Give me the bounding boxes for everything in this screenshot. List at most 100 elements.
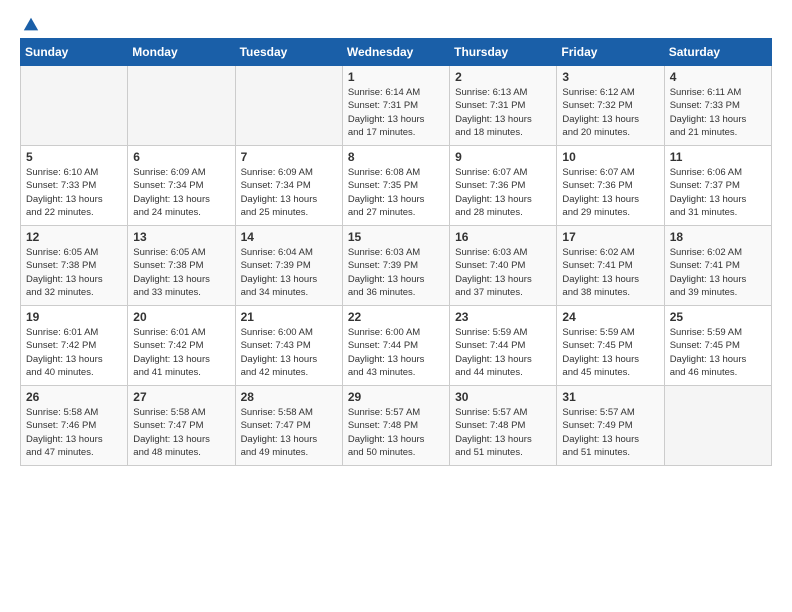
day-number: 23 [455,310,551,324]
day-info: Sunrise: 6:05 AMSunset: 7:38 PMDaylight:… [26,246,122,299]
calendar-cell [21,66,128,146]
calendar-week-row: 1Sunrise: 6:14 AMSunset: 7:31 PMDaylight… [21,66,772,146]
day-number: 12 [26,230,122,244]
calendar-cell: 16Sunrise: 6:03 AMSunset: 7:40 PMDayligh… [450,226,557,306]
calendar-cell: 28Sunrise: 5:58 AMSunset: 7:47 PMDayligh… [235,386,342,466]
calendar-cell: 13 Sunrise: 6:05 AMSunset: 7:38 PMDayligh… [128,226,235,306]
day-info: Sunrise: 5:57 AMSunset: 7:48 PMDaylight:… [455,406,551,459]
day-info: Sunrise: 5:57 AMSunset: 7:48 PMDaylight:… [348,406,444,459]
calendar-cell [128,66,235,146]
weekday-header: Wednesday [342,39,449,66]
day-info: Sunrise: 6:02 AMSunset: 7:41 PMDaylight:… [562,246,658,299]
day-number: 21 [241,310,337,324]
calendar-cell: 23 Sunrise: 5:59 AMSunset: 7:44 PMDayligh… [450,306,557,386]
calendar-cell: 25 Sunrise: 5:59 AMSunset: 7:45 PMDayligh… [664,306,771,386]
calendar-week-row: 26 Sunrise: 5:58 AMSunset: 7:46 PMDayligh… [21,386,772,466]
day-number: 5 [26,150,122,164]
day-info: Sunrise: 5:59 AMSunset: 7:45 PMDaylight:… [670,326,766,379]
day-number: 13 [133,230,229,244]
calendar-cell: 2Sunrise: 6:13 AMSunset: 7:31 PMDaylight… [450,66,557,146]
day-info: Sunrise: 5:58 AMSunset: 7:47 PMDaylight:… [133,406,229,459]
day-number: 17 [562,230,658,244]
calendar-cell: 20Sunrise: 6:01 AMSunset: 7:42 PMDayligh… [128,306,235,386]
calendar-cell: 3 Sunrise: 6:12 AMSunset: 7:32 PMDaylight… [557,66,664,146]
day-number: 1 [348,70,444,84]
day-info: Sunrise: 6:00 AMSunset: 7:43 PMDaylight:… [241,326,337,379]
calendar-cell: 14 Sunrise: 6:04 AMSunset: 7:39 PMDayligh… [235,226,342,306]
day-info: Sunrise: 5:59 AMSunset: 7:45 PMDaylight:… [562,326,658,379]
day-number: 3 [562,70,658,84]
day-number: 20 [133,310,229,324]
calendar-cell: 4Sunrise: 6:11 AMSunset: 7:33 PMDaylight… [664,66,771,146]
day-info: Sunrise: 6:04 AMSunset: 7:39 PMDaylight:… [241,246,337,299]
day-info: Sunrise: 5:58 AMSunset: 7:47 PMDaylight:… [241,406,337,459]
day-number: 11 [670,150,766,164]
weekday-header: Tuesday [235,39,342,66]
day-number: 27 [133,390,229,404]
day-number: 8 [348,150,444,164]
calendar-header: SundayMondayTuesdayWednesdayThursdayFrid… [21,39,772,66]
day-info: Sunrise: 6:01 AMSunset: 7:42 PMDaylight:… [26,326,122,379]
day-info: Sunrise: 6:09 AMSunset: 7:34 PMDaylight:… [241,166,337,219]
calendar-cell: 12 Sunrise: 6:05 AMSunset: 7:38 PMDayligh… [21,226,128,306]
day-number: 18 [670,230,766,244]
calendar-cell: 1Sunrise: 6:14 AMSunset: 7:31 PMDaylight… [342,66,449,146]
day-number: 15 [348,230,444,244]
calendar-week-row: 19 Sunrise: 6:01 AMSunset: 7:42 PMDayligh… [21,306,772,386]
day-number: 26 [26,390,122,404]
day-info: Sunrise: 6:07 AMSunset: 7:36 PMDaylight:… [455,166,551,219]
calendar-cell: 19 Sunrise: 6:01 AMSunset: 7:42 PMDayligh… [21,306,128,386]
day-info: Sunrise: 6:13 AMSunset: 7:31 PMDaylight:… [455,86,551,139]
calendar-week-row: 5 Sunrise: 6:10 AMSunset: 7:33 PMDaylight… [21,146,772,226]
day-number: 24 [562,310,658,324]
calendar-cell: 9 Sunrise: 6:07 AMSunset: 7:36 PMDaylight… [450,146,557,226]
day-number: 19 [26,310,122,324]
calendar-table: SundayMondayTuesdayWednesdayThursdayFrid… [20,38,772,466]
calendar-cell: 30 Sunrise: 5:57 AMSunset: 7:48 PMDayligh… [450,386,557,466]
calendar-cell [235,66,342,146]
calendar-cell: 10Sunrise: 6:07 AMSunset: 7:36 PMDayligh… [557,146,664,226]
day-number: 14 [241,230,337,244]
day-info: Sunrise: 6:02 AMSunset: 7:41 PMDaylight:… [670,246,766,299]
day-info: Sunrise: 6:10 AMSunset: 7:33 PMDaylight:… [26,166,122,219]
calendar-cell: 8 Sunrise: 6:08 AMSunset: 7:35 PMDaylight… [342,146,449,226]
day-info: Sunrise: 6:05 AMSunset: 7:38 PMDaylight:… [133,246,229,299]
day-info: Sunrise: 6:06 AMSunset: 7:37 PMDaylight:… [670,166,766,219]
day-number: 7 [241,150,337,164]
calendar-cell: 24 Sunrise: 5:59 AMSunset: 7:45 PMDayligh… [557,306,664,386]
day-number: 25 [670,310,766,324]
calendar-cell: 26 Sunrise: 5:58 AMSunset: 7:46 PMDayligh… [21,386,128,466]
weekday-header: Friday [557,39,664,66]
day-info: Sunrise: 6:03 AMSunset: 7:39 PMDaylight:… [348,246,444,299]
calendar-cell: 17 Sunrise: 6:02 AMSunset: 7:41 PMDayligh… [557,226,664,306]
calendar-cell: 5 Sunrise: 6:10 AMSunset: 7:33 PMDaylight… [21,146,128,226]
day-info: Sunrise: 6:12 AMSunset: 7:32 PMDaylight:… [562,86,658,139]
day-info: Sunrise: 5:58 AMSunset: 7:46 PMDaylight:… [26,406,122,459]
calendar-cell: 7 Sunrise: 6:09 AMSunset: 7:34 PMDaylight… [235,146,342,226]
calendar-cell: 31Sunrise: 5:57 AMSunset: 7:49 PMDayligh… [557,386,664,466]
calendar-cell [664,386,771,466]
weekday-header: Sunday [21,39,128,66]
calendar-cell: 21 Sunrise: 6:00 AMSunset: 7:43 PMDayligh… [235,306,342,386]
day-info: Sunrise: 5:57 AMSunset: 7:49 PMDaylight:… [562,406,658,459]
weekday-header: Thursday [450,39,557,66]
calendar-cell: 11 Sunrise: 6:06 AMSunset: 7:37 PMDayligh… [664,146,771,226]
logo-icon [22,16,40,34]
calendar-week-row: 12 Sunrise: 6:05 AMSunset: 7:38 PMDayligh… [21,226,772,306]
day-number: 30 [455,390,551,404]
calendar-cell: 29 Sunrise: 5:57 AMSunset: 7:48 PMDayligh… [342,386,449,466]
calendar-cell: 18 Sunrise: 6:02 AMSunset: 7:41 PMDayligh… [664,226,771,306]
page-header [20,16,772,30]
day-info: Sunrise: 6:03 AMSunset: 7:40 PMDaylight:… [455,246,551,299]
day-info: Sunrise: 6:08 AMSunset: 7:35 PMDaylight:… [348,166,444,219]
day-info: Sunrise: 6:11 AMSunset: 7:33 PMDaylight:… [670,86,766,139]
day-number: 29 [348,390,444,404]
calendar-cell: 22Sunrise: 6:00 AMSunset: 7:44 PMDayligh… [342,306,449,386]
logo [20,16,40,30]
calendar-cell: 6Sunrise: 6:09 AMSunset: 7:34 PMDaylight… [128,146,235,226]
day-number: 9 [455,150,551,164]
day-info: Sunrise: 5:59 AMSunset: 7:44 PMDaylight:… [455,326,551,379]
day-number: 22 [348,310,444,324]
day-number: 10 [562,150,658,164]
weekday-header: Saturday [664,39,771,66]
